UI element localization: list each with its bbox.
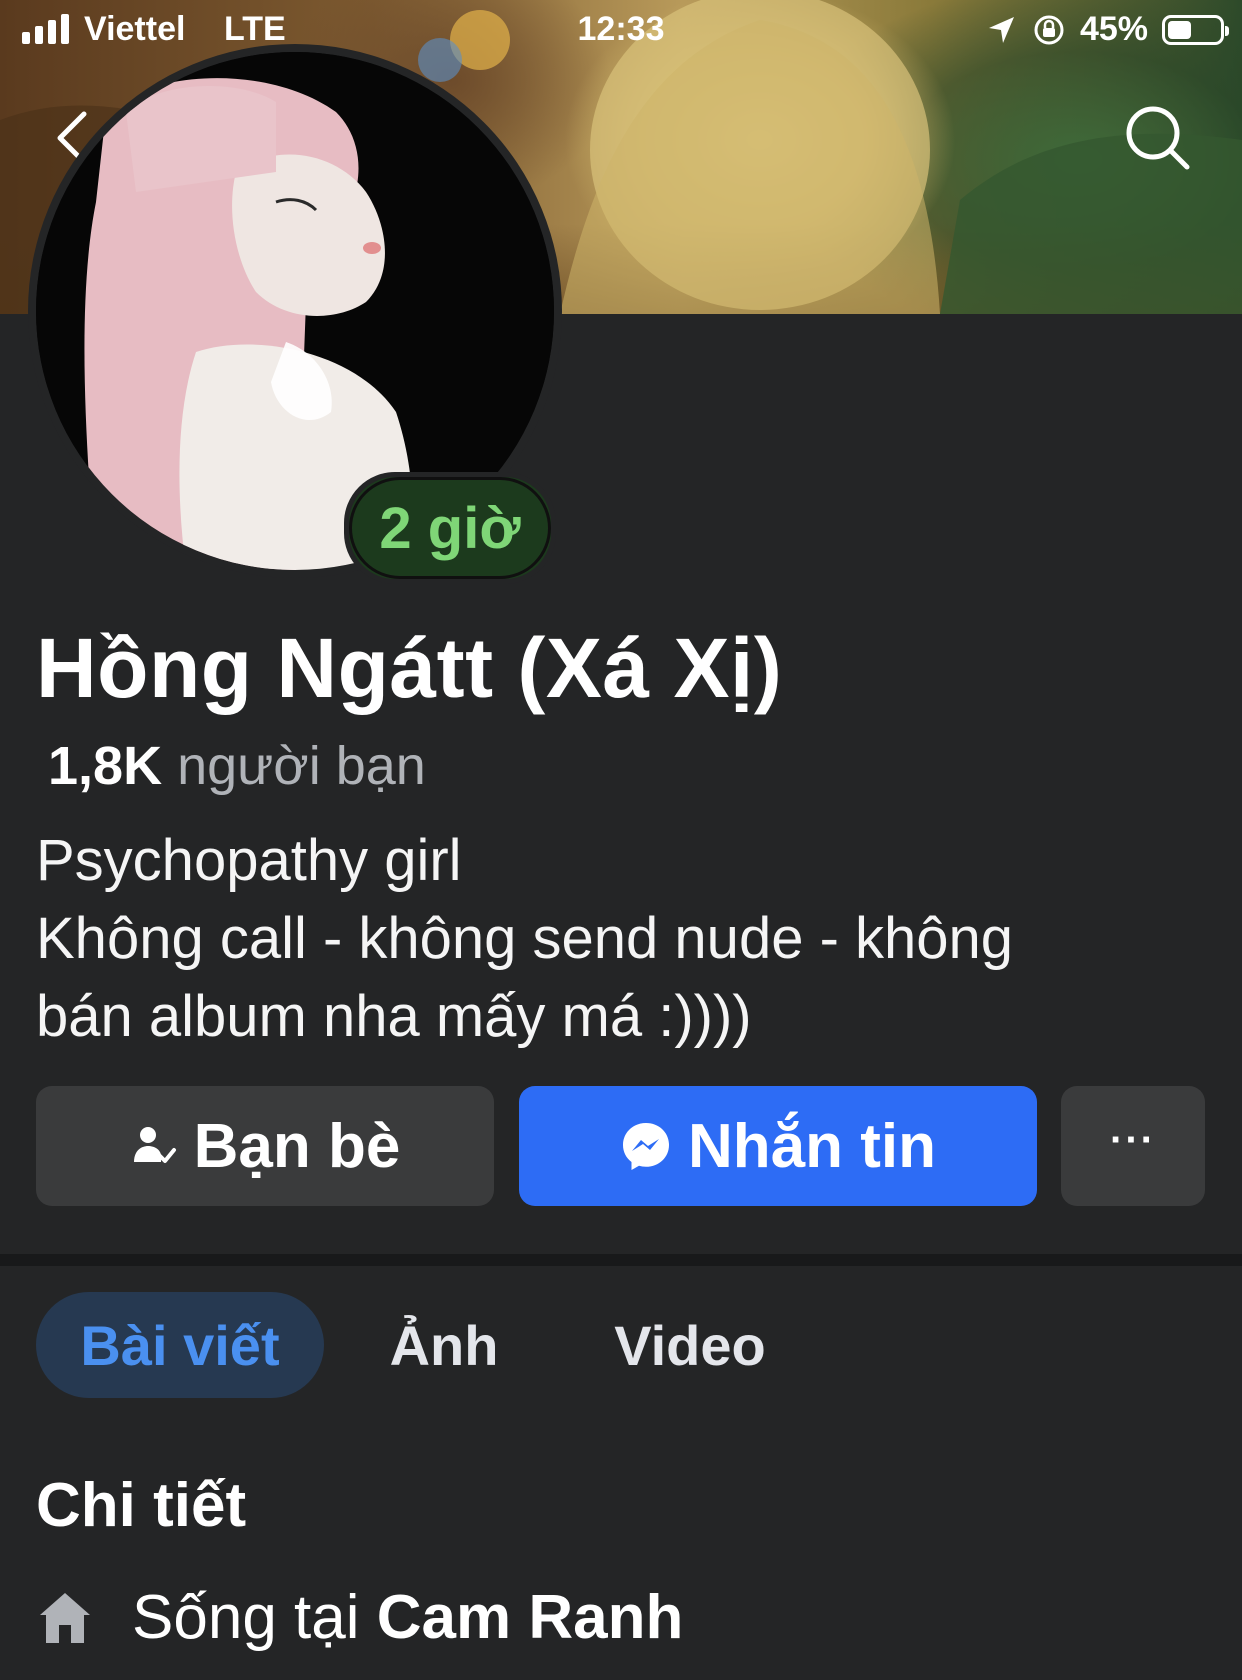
battery-icon xyxy=(1162,14,1229,45)
tab-label: Video xyxy=(614,1313,766,1377)
more-options-button[interactable]: ··· xyxy=(1061,1086,1205,1206)
home-icon xyxy=(40,1592,90,1643)
search-icon xyxy=(1126,106,1190,170)
detail-lives-in[interactable]: Sống tại Cam Ranh xyxy=(36,1582,683,1653)
battery-level xyxy=(1168,20,1191,39)
details-title: Chi tiết xyxy=(36,1471,247,1540)
friends-count[interactable]: 1,8K người bạn xyxy=(48,735,426,797)
location-arrow-icon xyxy=(988,16,1014,43)
profile-name: Hồng Ngátt (Xá Xị) xyxy=(36,621,783,715)
message-button[interactable]: Nhắn tin xyxy=(519,1086,1037,1206)
bio-line: Không call - không send nude - không xyxy=(36,906,1014,971)
section-divider xyxy=(0,1254,1242,1266)
friends-count-number: 1,8K xyxy=(48,736,163,796)
search-button[interactable] xyxy=(1118,98,1198,178)
profile-bio: Psychopathy girl Không call - không send… xyxy=(36,822,1216,1056)
tab-label: Bài viết xyxy=(80,1313,280,1377)
tab-label: Ảnh xyxy=(389,1313,499,1377)
bio-line: Psychopathy girl xyxy=(36,828,462,893)
friend-check-icon xyxy=(133,1127,176,1163)
friends-button[interactable]: Bạn bè xyxy=(36,1086,494,1206)
bio-line: bán album nha mấy má :)))) xyxy=(36,984,752,1049)
tab-videos[interactable]: Video xyxy=(590,1292,790,1398)
friends-count-label: người bạn xyxy=(177,736,426,796)
battery-percent: 45% xyxy=(1079,10,1148,48)
story-badge[interactable]: 2 giờ xyxy=(344,472,556,584)
more-options-label: ··· xyxy=(1110,1117,1156,1162)
message-button-label: Nhắn tin xyxy=(688,1111,936,1181)
detail-lives-in-place[interactable]: Cam Ranh xyxy=(377,1583,684,1652)
tab-photos[interactable]: Ảnh xyxy=(370,1292,518,1398)
story-badge-ring xyxy=(349,477,551,579)
tab-posts[interactable]: Bài viết xyxy=(36,1292,324,1398)
friends-button-label: Bạn bè xyxy=(193,1111,401,1181)
messenger-icon xyxy=(623,1123,669,1170)
profile-avatar[interactable]: 2 giờ xyxy=(28,44,562,584)
rotation-lock-icon xyxy=(1034,15,1064,44)
detail-lives-in-prefix: Sống tại xyxy=(132,1583,360,1652)
status-bar: Viettel LTE 12:33 45% xyxy=(0,0,1242,62)
